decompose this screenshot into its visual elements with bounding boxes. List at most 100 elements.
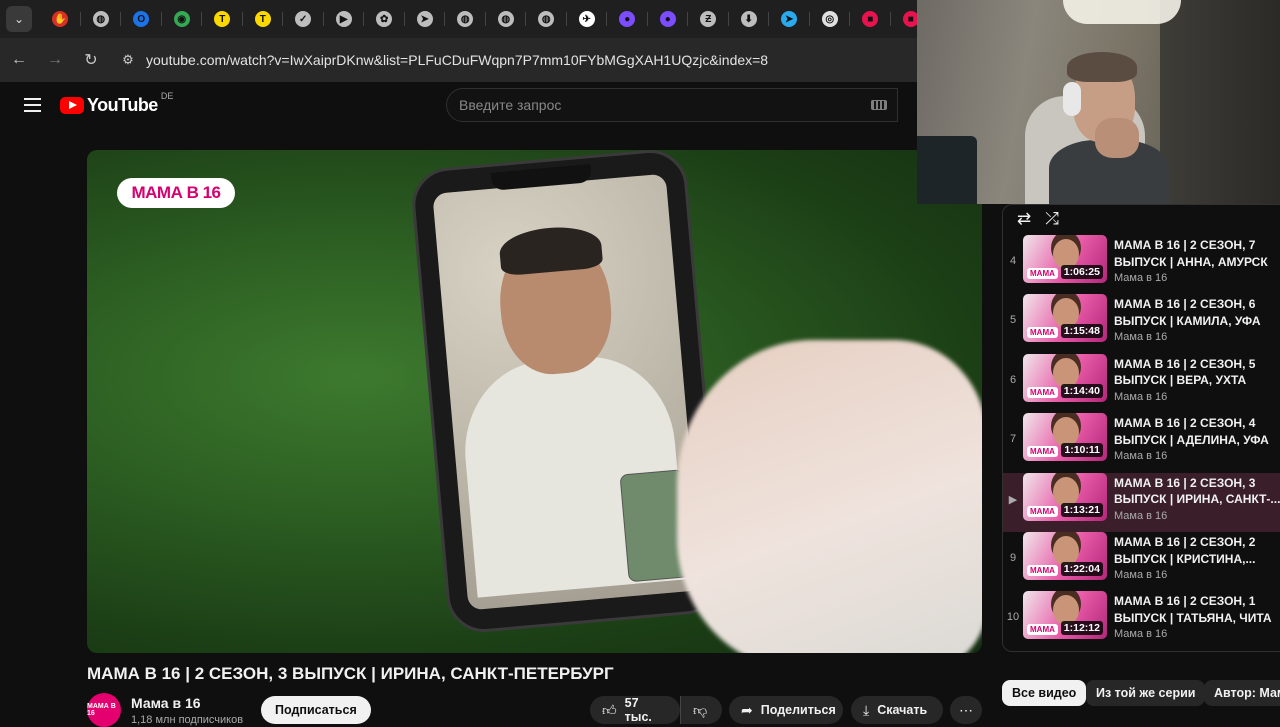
playlist-item-channel: Мама в 16 (1114, 628, 1168, 641)
download-icon: ⤓ (863, 701, 870, 718)
playlist-panel: ⇄ ⤮ 4 МАМА 1:06:25 МАМА В 16 | 2 СЕЗОН, 7 В… (1002, 204, 1280, 652)
playlist-text: МАМА В 16 | 2 СЕЗОН, 4 ВЫПУСК | АДЕЛИНА,… (1114, 413, 1280, 462)
video-icon: ▶ (335, 11, 352, 27)
browser-tab[interactable]: ➤ (405, 0, 446, 38)
more-dots-icon: ⋯ (959, 701, 973, 718)
channel-name[interactable]: Мама в 16 (131, 695, 201, 711)
search-input[interactable] (459, 97, 871, 113)
webcam-monitor (917, 136, 977, 204)
video-player[interactable]: МАМА В 16 (87, 150, 982, 653)
url-text[interactable]: youtube.com/watch?v=IwXaiprDKnw&list=PLF… (146, 52, 768, 68)
playlist-item[interactable]: 9 МАМА 1:22:04 МАМА В 16 | 2 СЕЗОН, 2 ВЫПУС… (1003, 532, 1280, 591)
playlist-item[interactable]: 6 МАМА 1:14:40 МАМА В 16 | 2 СЕЗОН, 5 ВЫПУС… (1003, 353, 1280, 413)
browser-tab[interactable]: ➤ (769, 0, 810, 38)
webcam-ceiling-light (1063, 0, 1181, 24)
playlist-index: 7 (1009, 433, 1017, 446)
youtube-logo[interactable]: YouTube DE (60, 91, 173, 116)
video-title: МАМА В 16 | 2 СЕЗОН, 3 ВЫПУСК | ИРИНА, С… (87, 664, 614, 683)
browser-tab[interactable]: ◍ (445, 0, 486, 38)
thumbnail-logo: МАМА (1027, 446, 1058, 458)
playlist-item-channel: Мама в 16 (1114, 331, 1168, 344)
playlist-text: МАМА В 16 | 2 СЕЗОН, 1 ВЫПУСК | ТАТЬЯНА,… (1114, 591, 1280, 640)
playlist-item[interactable]: 5 МАМА 1:15:48 МАМА В 16 | 2 СЕЗОН, 6 ВЫПУС… (1003, 294, 1280, 353)
browser-tab[interactable]: T (243, 0, 284, 38)
duration-badge: 1:06:25 (1060, 265, 1103, 279)
playlist-item[interactable]: 4 МАМА 1:06:25 МАМА В 16 | 2 СЕЗОН, 7 ВЫПУС… (1003, 235, 1280, 294)
browser-tab[interactable]: ✓ (283, 0, 324, 38)
globe-icon: ◍ (497, 11, 514, 27)
bird-icon: ✈ (578, 11, 595, 27)
tab-search-chevron-icon[interactable]: ⌄ (6, 6, 32, 32)
playlist-item[interactable]: 10 МАМА 1:12:12 МАМА В 16 | 2 СЕЗОН, 1 ВЫПУ… (1003, 591, 1280, 650)
browser-tab[interactable]: ◍ (526, 0, 567, 38)
shuffle-icon[interactable]: ⤮ (1045, 209, 1059, 229)
youtube-play-icon (60, 96, 84, 114)
playlist-item-channel: Мама в 16 (1114, 569, 1168, 581)
show-logo-badge: МАМА В 16 (117, 178, 235, 208)
thumbnail-logo: МАМА (1027, 327, 1058, 339)
thumbnail-logo: МАМА (1027, 624, 1058, 636)
browser-toolbar: ← → ↻ ⚙ youtube.com/watch?v=IwXaiprDKnw&… (0, 38, 920, 82)
playlist-item-channel: Мама в 16 (1114, 272, 1168, 284)
browser-tab[interactable]: O (121, 0, 162, 38)
playlist-text: МАМА В 16 | 2 СЕЗОН, 5 ВЫПУСК | ВЕРА, УХ… (1114, 354, 1280, 403)
openai-icon: ✿ (376, 11, 393, 27)
browser-tab[interactable]: ■ (850, 0, 891, 38)
playlist-text: МАМА В 16 | 2 СЕЗОН, 2 ВЫПУСК | КРИСТИНА… (1114, 532, 1280, 581)
browser-tab[interactable]: ◍ (81, 0, 122, 38)
chip-all-videos[interactable]: Все видео (1002, 680, 1087, 706)
playlist-index: 4 (1009, 255, 1017, 267)
site-settings-icon[interactable]: ⚙ (114, 46, 142, 74)
subscriber-count: 1,18 млн подписчиков (131, 714, 244, 726)
browser-tab[interactable]: Ƶ (688, 0, 729, 38)
playlist-item-title: МАМА В 16 | 2 СЕЗОН, 4 ВЫПУСК | АДЕЛИНА,… (1114, 416, 1269, 447)
chip-same-series[interactable]: Из той же серии (1086, 680, 1206, 706)
browser-tab[interactable]: ◉ (162, 0, 203, 38)
browser-tab[interactable]: ✿ (364, 0, 405, 38)
playlist-index: 10 (1006, 611, 1020, 624)
playlist-item-title: МАМА В 16 | 2 СЕЗОН, 5 ВЫПУСК | ВЕРА, УХ… (1114, 356, 1256, 388)
menu-icon[interactable] (12, 85, 52, 125)
outlook-icon: O (133, 11, 150, 27)
forward-arrow-icon[interactable]: → (38, 43, 72, 77)
phone-in-video (409, 150, 725, 636)
playlist-thumbnail: МАМА 1:13:21 (1023, 472, 1107, 521)
playlist-thumbnail: МАМА 1:10:11 (1023, 413, 1107, 462)
playlist-item-current[interactable]: ▶ МАМА 1:13:21 МАМА В 16 | 2 СЕЗОН, 3 ВЫПУС… (1003, 472, 1280, 532)
channel-avatar[interactable]: МАМА В 16 (87, 693, 121, 727)
duration-badge: 1:12:12 (1060, 621, 1103, 636)
back-arrow-icon[interactable]: ← (2, 43, 36, 77)
browser-tab[interactable]: ✋ (40, 0, 81, 38)
browser-tab[interactable]: ◎ (810, 0, 851, 38)
stop-sign-icon: ✋ (52, 11, 69, 27)
caller-hair (497, 223, 604, 277)
playlist-thumbnail: МАМА 1:12:12 (1023, 591, 1107, 640)
playlist-thumbnail: МАМА 1:14:40 (1023, 353, 1107, 402)
browser-tab[interactable]: ▶ (324, 0, 365, 38)
playlist-index: 6 (1009, 373, 1017, 386)
telegram-icon: ➤ (781, 11, 798, 27)
duration-badge: 1:10:11 (1061, 443, 1103, 458)
thumbnail-logo: МАМА (1027, 386, 1058, 398)
browser-tab[interactable]: ◍ (486, 0, 527, 38)
address-bar[interactable]: ⚙ youtube.com/watch?v=IwXaiprDKnw&list=P… (114, 43, 920, 77)
keyboard-icon[interactable] (871, 100, 887, 110)
chip-from-author[interactable]: Автор: Мама в 16 (1204, 680, 1280, 706)
browser-tab[interactable]: T (202, 0, 243, 38)
webcam-person-hand (1095, 118, 1139, 158)
browser-tab[interactable]: ✈ (567, 0, 608, 38)
thumbs-down-icon: 👎︎ (693, 701, 708, 718)
playlist-item[interactable]: 7 МАМА 1:10:11 МАМА В 16 | 2 СЕЗОН, 4 ВЫПУС… (1003, 413, 1280, 472)
youtube-masthead: YouTube DE (0, 82, 920, 128)
browser-tab[interactable]: ● (648, 0, 689, 38)
reload-icon[interactable]: ↻ (74, 43, 108, 77)
playlist-thumbnail: МАМА 1:22:04 (1023, 532, 1107, 580)
duration-badge: 1:22:04 (1060, 562, 1103, 576)
circle-app-icon: ◎ (821, 11, 838, 27)
t-app-icon: T (214, 11, 231, 27)
playlist-item-title: МАМА В 16 | 2 СЕЗОН, 3 ВЫПУСК | ИРИНА, С… (1114, 475, 1280, 507)
browser-tab[interactable]: ● (607, 0, 648, 38)
loop-icon[interactable]: ⇄ (1017, 209, 1031, 229)
download-icon: ⬇ (740, 11, 757, 27)
browser-tab[interactable]: ⬇ (729, 0, 770, 38)
